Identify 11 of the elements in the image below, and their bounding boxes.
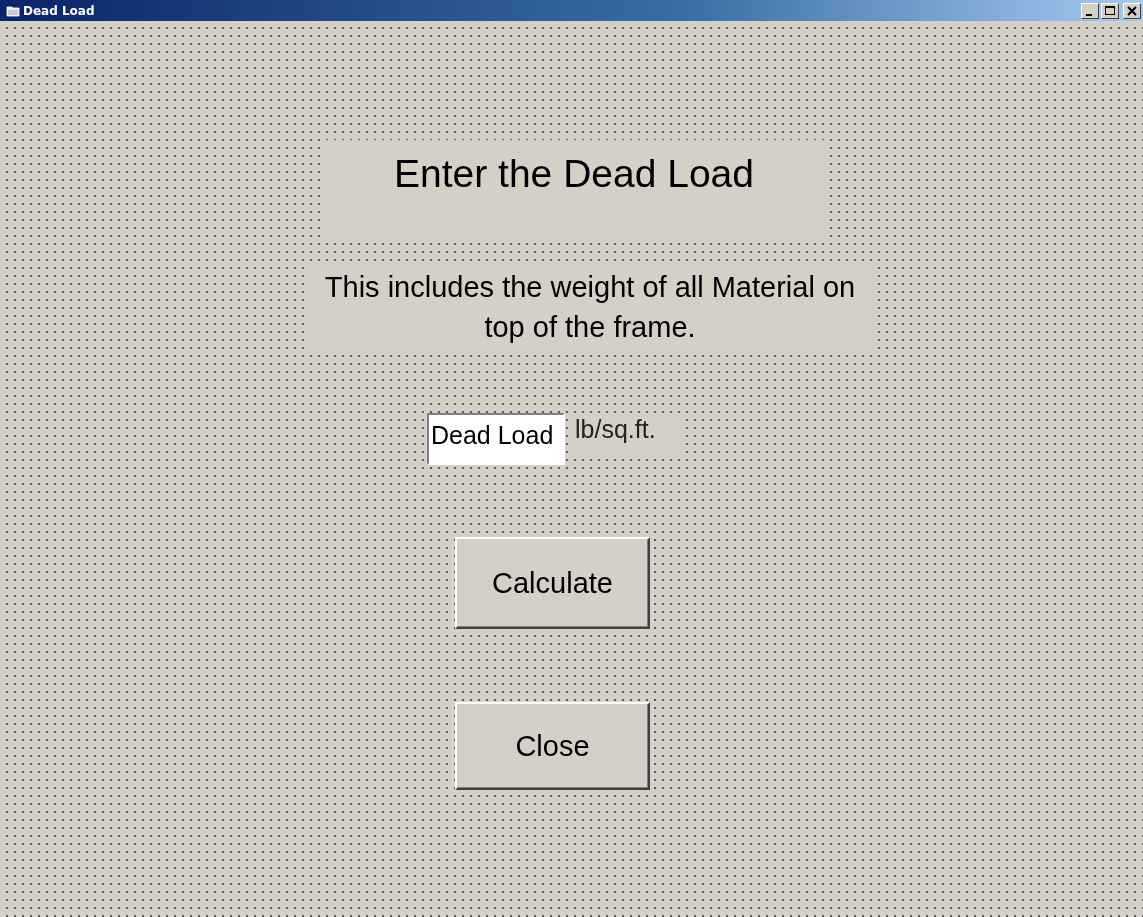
close-button[interactable] xyxy=(1123,2,1141,19)
close-form-button[interactable]: Close xyxy=(455,702,650,790)
maximize-icon xyxy=(1105,5,1115,16)
minimize-icon xyxy=(1085,13,1092,16)
maximize-button[interactable] xyxy=(1101,2,1119,19)
calculate-button[interactable]: Calculate xyxy=(455,537,650,629)
window-title: Dead Load xyxy=(23,3,95,18)
dead-load-field[interactable]: Dead Load xyxy=(427,413,565,465)
minimize-button[interactable] xyxy=(1081,2,1099,19)
close-icon xyxy=(1127,5,1137,16)
window-icon xyxy=(6,4,20,17)
